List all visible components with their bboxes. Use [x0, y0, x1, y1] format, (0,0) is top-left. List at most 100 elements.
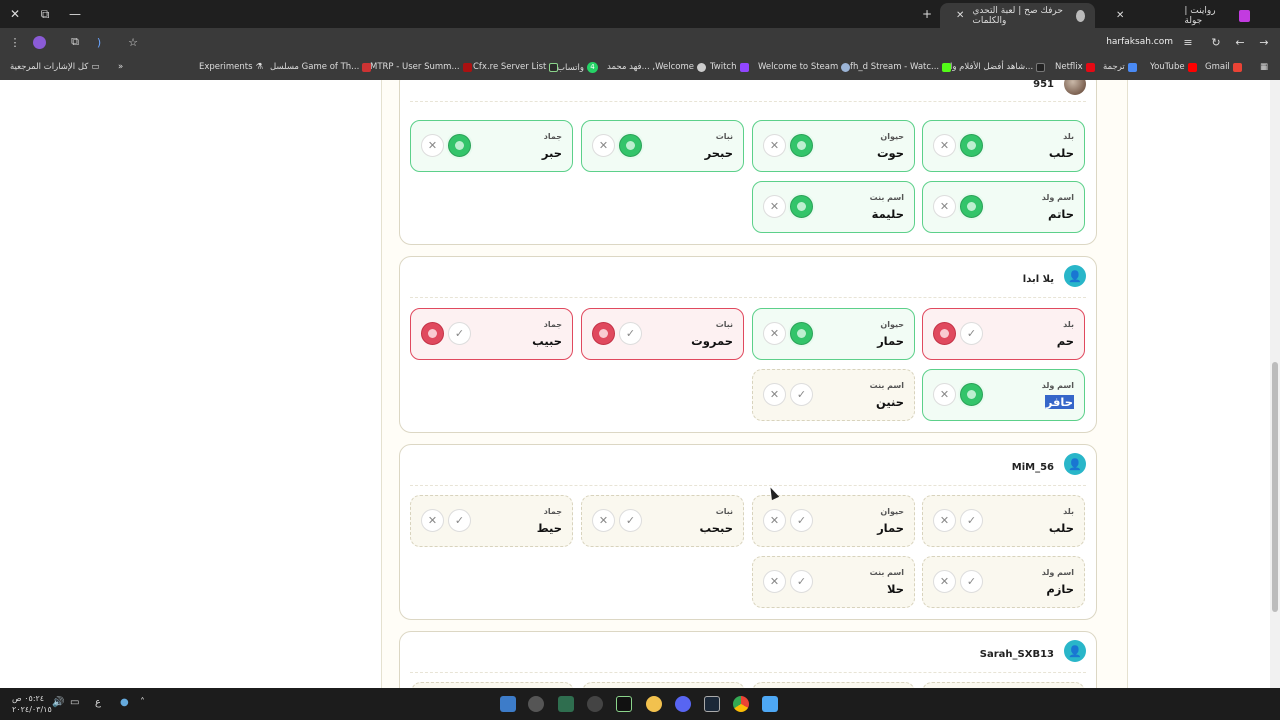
- reject-button[interactable]: ✕: [763, 134, 786, 157]
- extensions-icon[interactable]: ⧉: [62, 28, 88, 56]
- profile-avatar[interactable]: [26, 28, 52, 56]
- cast-icon[interactable]: ): [86, 28, 112, 56]
- tray-chevron-up-icon[interactable]: ˄: [140, 697, 145, 708]
- bookmark-youtube[interactable]: YouTube: [1150, 62, 1197, 72]
- bookmark-netflix[interactable]: Netflix: [1055, 62, 1095, 72]
- accept-button[interactable]: ✓: [960, 570, 983, 593]
- menu-icon[interactable]: ⋮: [2, 28, 28, 56]
- reject-button[interactable]: [933, 322, 956, 345]
- accept-button[interactable]: ✓: [619, 509, 642, 532]
- accept-button[interactable]: ✓: [448, 322, 471, 345]
- accept-button[interactable]: ✓: [960, 322, 983, 345]
- taskbar-app-icon[interactable]: [528, 696, 544, 712]
- accept-button[interactable]: ✓: [448, 509, 471, 532]
- reject-button[interactable]: ✕: [592, 134, 615, 157]
- answer-field: اسم بنت حليمة ✕: [752, 181, 915, 233]
- url-text[interactable]: harfaksah.com: [1106, 37, 1173, 47]
- all-bookmarks[interactable]: كل الإشارات المرجعية ▭: [10, 62, 99, 72]
- reject-button[interactable]: ✕: [763, 570, 786, 593]
- clock[interactable]: ٠٥:٢٤ ص ٢٠٢٤/٠٣/١٥: [12, 693, 52, 715]
- bookmark-fhd-stream[interactable]: fh_d Stream - Watc...: [850, 62, 952, 72]
- reject-button[interactable]: ✕: [933, 570, 956, 593]
- bookmark-star-icon[interactable]: ☆: [120, 28, 146, 56]
- taskbar-app-icon[interactable]: [587, 696, 603, 712]
- reject-button[interactable]: ✕: [933, 134, 956, 157]
- input-language[interactable]: ع: [95, 697, 101, 708]
- discord-icon[interactable]: [675, 696, 691, 712]
- accept-button[interactable]: ✓: [790, 383, 813, 406]
- tab-harfaksah[interactable]: ✕ حرفك صح | لعبة التحدي والكلمات: [940, 3, 1095, 28]
- reject-button[interactable]: ✕: [763, 322, 786, 345]
- tab-rawaint[interactable]: ✕ رواينت | جولة: [1100, 3, 1260, 28]
- windows-start-icon[interactable]: [762, 696, 778, 712]
- bookmark-translate[interactable]: ترجمة: [1103, 62, 1137, 72]
- scrollbar-thumb[interactable]: [1272, 362, 1278, 612]
- reject-button[interactable]: [421, 322, 444, 345]
- site-settings-icon[interactable]: ≡: [1175, 28, 1201, 56]
- answer-word: حبحر: [704, 146, 733, 160]
- page-content: 951 👤 يلا ابدا 👤 MiM_56 👤 Sarah_SXB13 بل…: [0, 80, 1280, 688]
- accept-button[interactable]: [790, 195, 813, 218]
- cfx-icon: [549, 62, 559, 72]
- accept-button[interactable]: [960, 134, 983, 157]
- answer-field: اسم ولد حافر ✕: [922, 369, 1085, 421]
- bookmark-welcome[interactable]: فهد محمد... ,Welcome: [607, 62, 706, 72]
- new-tab-icon[interactable]: +: [912, 0, 942, 28]
- whatsapp-badge-icon: 4: [587, 62, 599, 73]
- tab-title: حرفك صح | لعبة التحدي والكلمات: [972, 5, 1063, 26]
- accept-button[interactable]: ✓: [790, 509, 813, 532]
- reject-button[interactable]: ✕: [763, 195, 786, 218]
- back-icon[interactable]: ←: [1227, 28, 1253, 56]
- taskbar-app-icon[interactable]: [558, 696, 574, 712]
- reject-button[interactable]: ✕: [933, 509, 956, 532]
- accept-button[interactable]: [960, 195, 983, 218]
- bookmark-shahid[interactable]: شاهد أفضل الأفلام وا...: [950, 62, 1046, 72]
- reject-button[interactable]: ✕: [421, 509, 444, 532]
- steam-icon[interactable]: [704, 696, 720, 712]
- answer-word: حافر: [1044, 395, 1074, 409]
- forward-icon[interactable]: →: [1251, 28, 1277, 56]
- restore-window-icon[interactable]: ⧉: [30, 0, 60, 28]
- bookmark-cfx[interactable]: Cfx.re Server List: [473, 62, 559, 72]
- bookmark-experiments[interactable]: Experiments ⚗: [199, 62, 263, 72]
- reject-button[interactable]: ✕: [933, 383, 956, 406]
- reload-icon[interactable]: ↻: [1203, 28, 1229, 56]
- taskbar-app-icon[interactable]: [500, 696, 516, 712]
- reject-button[interactable]: ✕: [421, 134, 444, 157]
- accept-button[interactable]: [960, 383, 983, 406]
- speaker-icon[interactable]: 🔊: [52, 697, 64, 708]
- bookmark-whatsapp[interactable]: واتساب 4: [557, 62, 599, 73]
- bookmark-got[interactable]: مسلسل Game of Th...: [270, 62, 372, 72]
- bookmark-gmail[interactable]: Gmail: [1205, 62, 1242, 72]
- more-bookmarks-icon[interactable]: »: [118, 62, 123, 72]
- reject-button[interactable]: [592, 322, 615, 345]
- accept-button[interactable]: ✓: [619, 322, 642, 345]
- reject-button[interactable]: ✕: [592, 509, 615, 532]
- chrome-icon[interactable]: [733, 696, 749, 712]
- bookmark-steam[interactable]: Welcome to Steam: [758, 62, 851, 72]
- close-tab-icon[interactable]: ✕: [956, 10, 964, 21]
- reject-button[interactable]: ✕: [763, 383, 786, 406]
- close-tab-icon[interactable]: ✕: [1116, 10, 1124, 21]
- status-dot-icon: [626, 141, 635, 150]
- accept-button[interactable]: [790, 134, 813, 157]
- accept-button[interactable]: [790, 322, 813, 345]
- accept-button[interactable]: ✓: [790, 570, 813, 593]
- answer-field: نبات حبحب ✕ ✓: [581, 495, 744, 547]
- accept-button[interactable]: [448, 134, 471, 157]
- taskbar-app-icon[interactable]: [646, 696, 662, 712]
- accept-button[interactable]: [619, 134, 642, 157]
- accept-button[interactable]: ✓: [960, 509, 983, 532]
- minimize-window-icon[interactable]: —: [60, 0, 90, 28]
- reject-button[interactable]: ✕: [933, 195, 956, 218]
- taskbar-app-icon[interactable]: [616, 696, 632, 712]
- microphone-icon[interactable]: ●: [120, 697, 129, 708]
- answer-word: حيط: [536, 521, 562, 535]
- close-window-icon[interactable]: ✕: [0, 0, 30, 28]
- bookmark-twitch[interactable]: Twitch: [710, 62, 749, 72]
- page-scrollbar[interactable]: [1270, 80, 1280, 688]
- bookmark-mtrp[interactable]: MTRP - User Summ...: [370, 62, 472, 72]
- apps-icon[interactable]: ▦: [1260, 62, 1268, 72]
- reject-button[interactable]: ✕: [763, 509, 786, 532]
- network-icon[interactable]: ▭: [70, 697, 79, 708]
